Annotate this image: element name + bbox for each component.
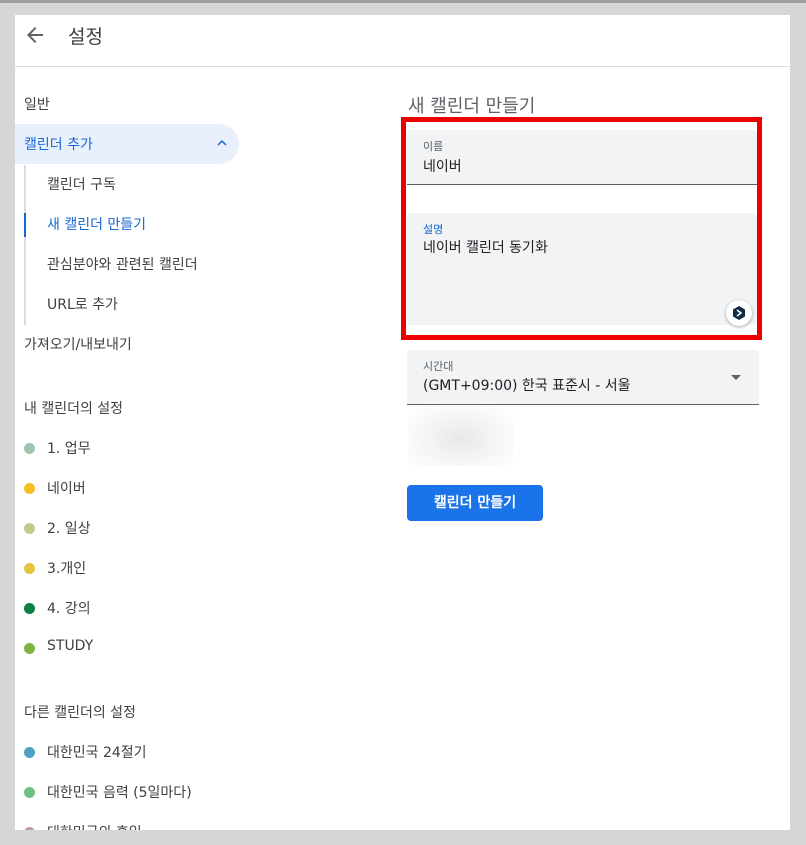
calendar-color-dot [24,787,35,798]
dropdown-arrow-icon[interactable] [731,375,741,380]
calendar-name: 3.개인 [47,561,87,577]
calendar-color-dot [24,483,35,494]
create-calendar-button[interactable]: 캘린더 만들기 [407,485,543,521]
timezone-label: 시간대 [423,360,454,373]
calendar-name: 1. 업무 [47,441,91,457]
timezone-select[interactable]: 시간대 (GMT+09:00) 한국 표준시 - 서울 [407,350,759,405]
name-field-label: 이름 [423,140,444,153]
calendar-name: STUDY [47,638,94,654]
extension-icon[interactable] [726,300,752,326]
window-frame: 설정 일반 캘린더 추가 캘린더 구독 새 캘린더 만들기 관심분야와 관련된 … [0,0,806,845]
calendar-color-dot [24,563,35,574]
top-strip [0,0,806,3]
sidebar-subitem-subscribe[interactable]: 캘린더 구독 [47,174,116,194]
sidebar-item-add-calendar[interactable]: 캘린더 추가 [15,124,239,164]
submenu-guide-line [24,165,26,325]
sidebar-subitem-interest[interactable]: 관심분야와 관련된 캘린더 [47,254,198,274]
calendar-name: 대한민국 음력 (5일마다) [47,785,192,801]
sidebar-item-general[interactable]: 일반 [24,94,50,114]
calendar-color-dot [24,523,35,534]
calendar-name: 4. 강의 [47,601,91,617]
section-title: 새 캘린더 만들기 [408,96,536,117]
sidebar: 일반 캘린더 추가 캘린더 구독 새 캘린더 만들기 관심분야와 관련된 캘린더… [15,67,245,830]
submenu-active-indicator [24,213,26,237]
sidebar-item-import-export[interactable]: 가져오기/내보내기 [24,334,132,354]
name-field-value: 네이버 [423,159,462,175]
sidebar-item-label: 캘린더 추가 [24,137,93,153]
calendar-color-dot [24,643,35,654]
calendar-color-dot [24,827,35,830]
sidebar-subitem-url[interactable]: URL로 추가 [47,294,118,314]
other-calendars-heading: 다른 캘린더의 설정 [24,705,136,721]
calendar-color-dot [24,603,35,614]
description-field-value: 네이버 캘린더 동기화 [423,240,548,256]
description-field-label: 설명 [423,223,444,236]
my-calendars-heading: 내 캘린더의 설정 [24,401,124,417]
settings-header: 설정 [15,15,790,67]
calendar-name: 2. 일상 [47,521,91,537]
calendar-name: 대한민국의 휴일 [47,822,142,830]
chevron-up-icon[interactable] [213,134,231,152]
sidebar-subitem-create-new[interactable]: 새 캘린더 만들기 [47,214,146,234]
timezone-value: (GMT+09:00) 한국 표준시 - 서울 [423,378,631,394]
name-field[interactable]: 이름 네이버 [407,130,757,185]
blurred-area [408,406,513,466]
description-field[interactable]: 설명 네이버 캘린더 동기화 [407,213,757,325]
back-arrow-icon[interactable] [23,23,47,47]
calendar-color-dot [24,443,35,454]
calendar-name: 네이버 [47,481,86,497]
page-title: 설정 [68,26,103,48]
settings-panel: 설정 일반 캘린더 추가 캘린더 구독 새 캘린더 만들기 관심분야와 관련된 … [15,15,790,830]
calendar-color-dot [24,747,35,758]
calendar-name: 대한민국 24절기 [47,745,147,761]
